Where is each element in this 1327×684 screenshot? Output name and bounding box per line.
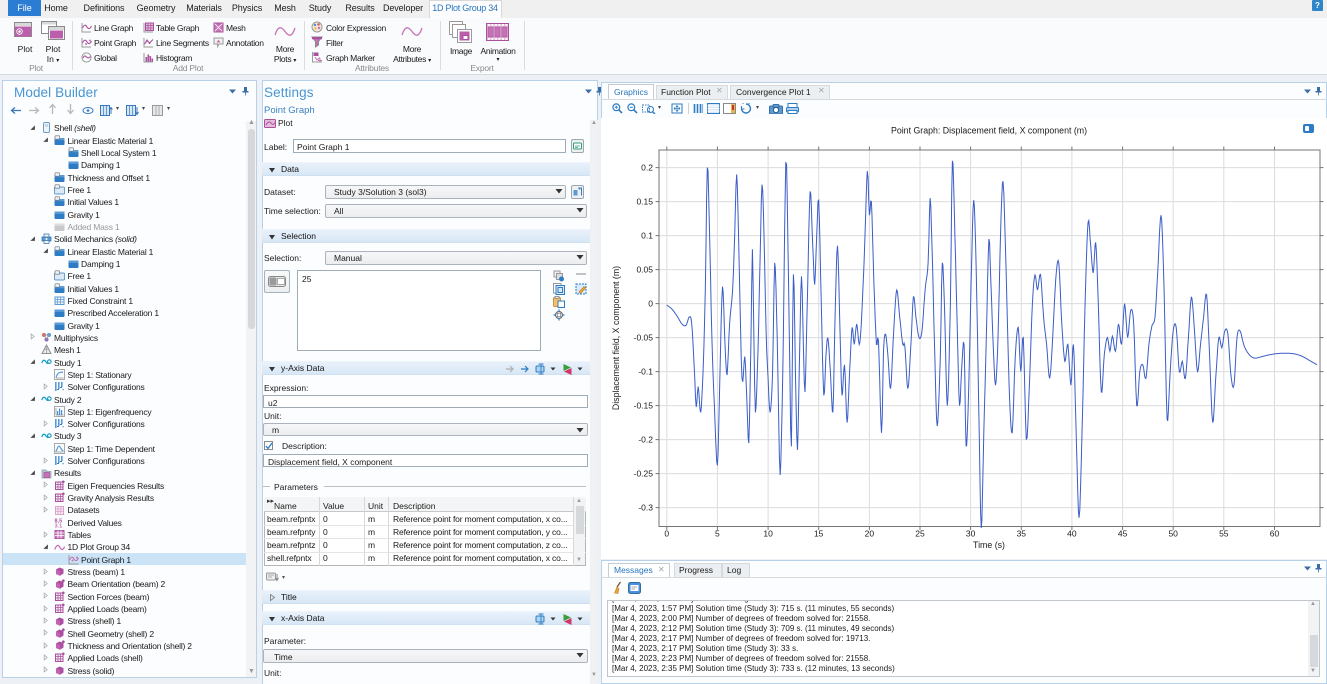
svg-text:0.1: 0.1 [641,231,653,241]
svg-text:0.15: 0.15 [636,197,653,207]
svg-text:-0.3: -0.3 [638,503,653,513]
svg-text:40: 40 [1067,529,1077,539]
svg-text:15: 15 [814,529,824,539]
svg-text:55: 55 [1219,529,1229,539]
svg-text:50: 50 [1168,529,1178,539]
svg-text:Displacement field, X componen: Displacement field, X component (m) [611,266,621,410]
svg-text:-0.05: -0.05 [634,333,654,343]
svg-text:10: 10 [763,529,773,539]
svg-text:0.05: 0.05 [636,265,653,275]
svg-text:Time (s): Time (s) [973,540,1005,550]
svg-text:0: 0 [664,529,669,539]
svg-text:Point Graph: Displacement fiel: Point Graph: Displacement field, X compo… [891,126,1087,136]
svg-text:20: 20 [865,529,875,539]
svg-text:-0.2: -0.2 [638,435,653,445]
svg-text:-0.25: -0.25 [634,469,654,479]
svg-text:35: 35 [1017,529,1027,539]
svg-text:3.1: 3.1 [55,523,63,528]
svg-text:30: 30 [966,529,976,539]
svg-text:-0.15: -0.15 [634,401,654,411]
svg-text:0.2: 0.2 [641,163,653,173]
svg-text:25: 25 [915,529,925,539]
svg-text:60: 60 [1270,529,1280,539]
svg-text:0: 0 [648,299,653,309]
svg-text:45: 45 [1118,529,1128,539]
svg-text:-0.1: -0.1 [638,367,653,377]
svg-text:5: 5 [715,529,720,539]
